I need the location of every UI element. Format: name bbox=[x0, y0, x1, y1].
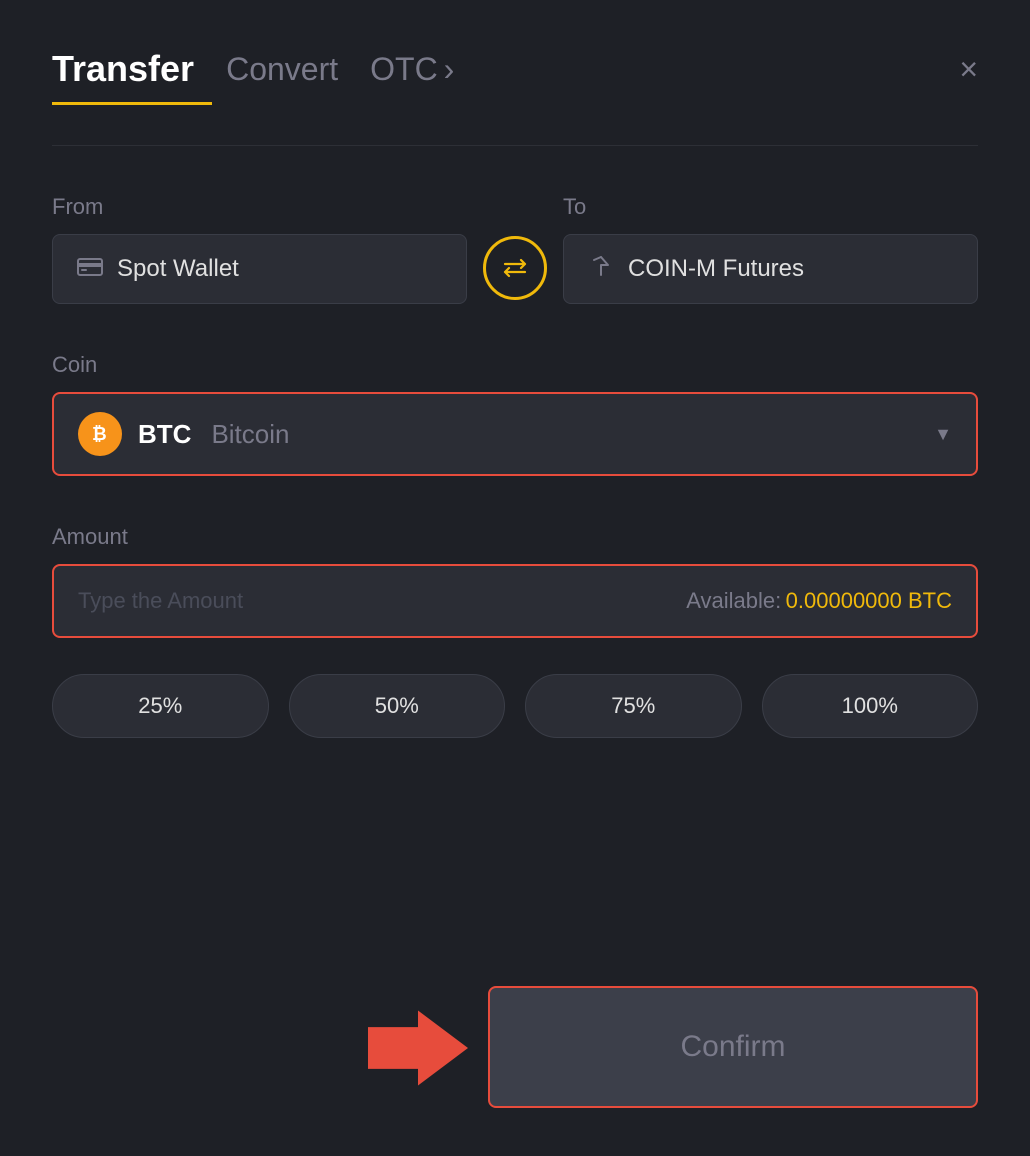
coin-dropdown-icon: ▼ bbox=[934, 424, 952, 445]
to-wallet-selector[interactable]: COIN-M Futures bbox=[563, 234, 978, 304]
amount-label: Amount bbox=[52, 524, 978, 550]
tab-otc[interactable]: OTC › bbox=[370, 51, 454, 100]
btc-icon: ₿ bbox=[78, 412, 122, 456]
coin-label: Coin bbox=[52, 352, 978, 378]
percent-75-button[interactable]: 75% bbox=[525, 674, 742, 738]
to-label: To bbox=[563, 194, 978, 220]
to-block: To COIN-M Futures bbox=[563, 194, 978, 304]
from-to-section: From Spot Wallet To bbox=[52, 194, 978, 304]
futures-icon bbox=[588, 255, 614, 283]
coin-selector[interactable]: ₿ BTC Bitcoin ▼ bbox=[52, 392, 978, 476]
percent-25-button[interactable]: 25% bbox=[52, 674, 269, 738]
percent-50-button[interactable]: 50% bbox=[289, 674, 506, 738]
transfer-modal: Transfer Convert OTC › × From Spot Walle… bbox=[0, 0, 1030, 1156]
amount-section: Amount Type the Amount Available: 0.0000… bbox=[52, 524, 978, 638]
tab-transfer[interactable]: Transfer bbox=[52, 48, 194, 102]
close-button[interactable]: × bbox=[959, 53, 978, 97]
credit-card-icon bbox=[77, 256, 103, 282]
percent-100-button[interactable]: 100% bbox=[762, 674, 979, 738]
coin-full-name: Bitcoin bbox=[211, 419, 289, 450]
header-tabs: Transfer Convert OTC › × bbox=[52, 48, 978, 102]
available-amount: 0.00000000 BTC bbox=[786, 588, 952, 613]
percent-buttons-row: 25% 50% 75% 100% bbox=[52, 674, 978, 738]
available-label: Available: bbox=[686, 588, 781, 613]
from-label: From bbox=[52, 194, 467, 220]
from-block: From Spot Wallet bbox=[52, 194, 467, 304]
bottom-area: Confirm bbox=[52, 986, 978, 1108]
coin-symbol: BTC bbox=[138, 419, 191, 450]
available-display: Available: 0.00000000 BTC bbox=[686, 588, 952, 614]
swap-button[interactable] bbox=[483, 236, 547, 300]
tab-convert[interactable]: Convert bbox=[226, 51, 338, 100]
from-wallet-label: Spot Wallet bbox=[117, 255, 239, 283]
confirm-button[interactable]: Confirm bbox=[488, 986, 978, 1108]
to-wallet-label: COIN-M Futures bbox=[628, 255, 804, 283]
active-tab-underline bbox=[52, 102, 212, 105]
header-divider bbox=[52, 145, 978, 146]
amount-input-box[interactable]: Type the Amount Available: 0.00000000 BT… bbox=[52, 564, 978, 638]
from-wallet-selector[interactable]: Spot Wallet bbox=[52, 234, 467, 304]
arrow-indicator bbox=[368, 1003, 468, 1098]
svg-text:₿: ₿ bbox=[92, 424, 107, 444]
coin-section: Coin ₿ BTC Bitcoin ▼ bbox=[52, 352, 978, 476]
otc-chevron-icon: › bbox=[444, 51, 455, 88]
amount-placeholder: Type the Amount bbox=[78, 588, 243, 614]
